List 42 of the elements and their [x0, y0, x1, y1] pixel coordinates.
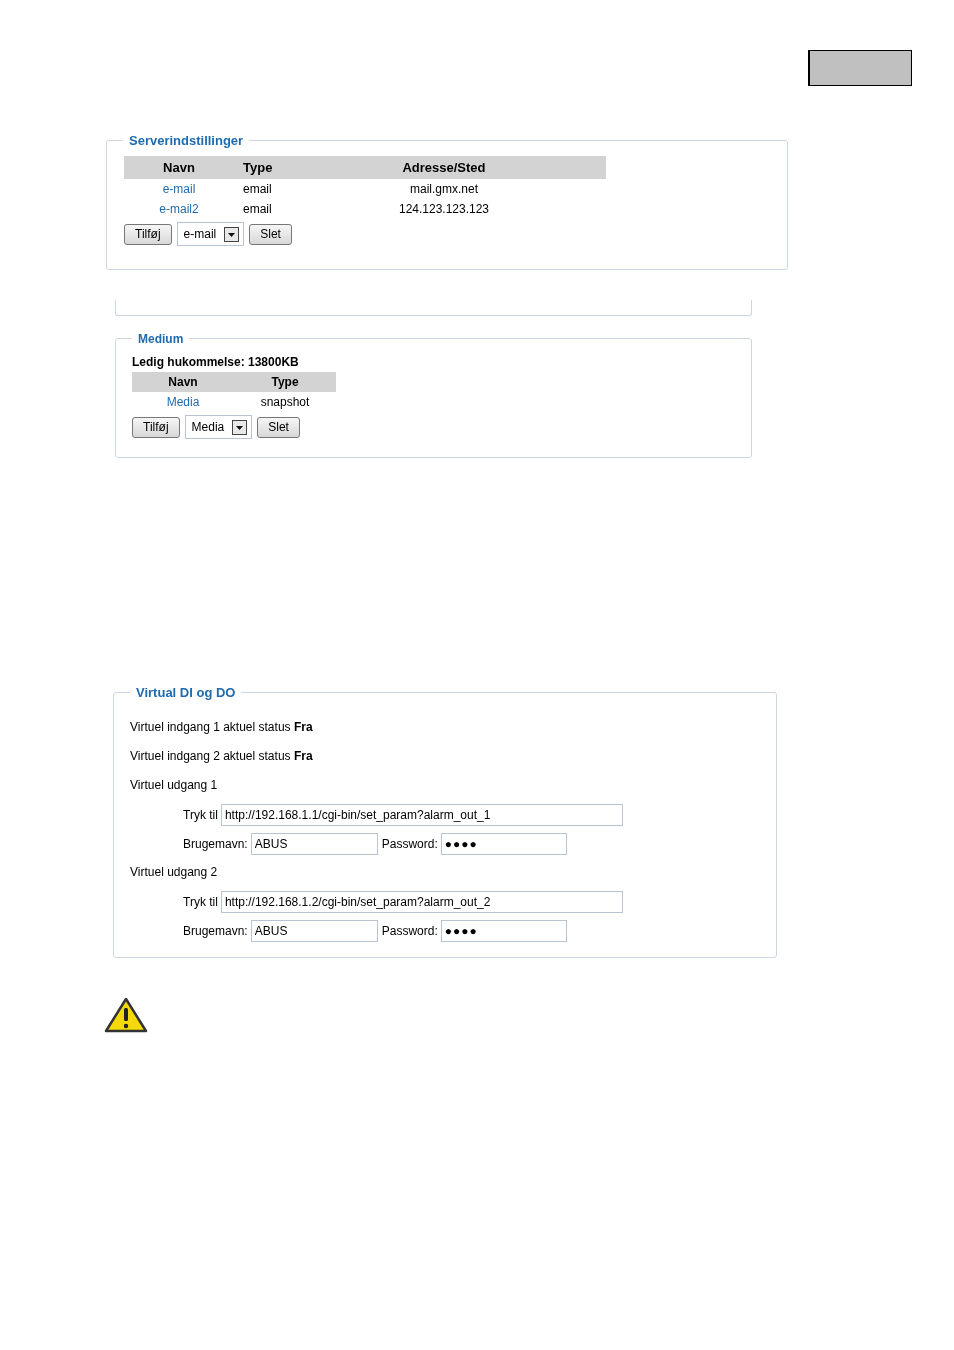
- input-status-text: Virtuel indgang 2 aktuel status Fra: [130, 748, 314, 765]
- delete-button[interactable]: Slet: [249, 223, 292, 245]
- input-status-text: Virtuel indgang 1 aktuel status Fra: [130, 719, 314, 736]
- free-memory-label: Ledig hukommelse: 13800KB: [132, 355, 300, 369]
- table-cell-text: email: [242, 182, 272, 196]
- caret-icon: [224, 226, 240, 242]
- delete-button[interactable]: Slet: [257, 416, 300, 438]
- username-field[interactable]: ABUS: [250, 832, 378, 855]
- name-link[interactable]: e-mail2: [159, 202, 199, 216]
- field-label: Password:: [381, 836, 438, 851]
- url-field[interactable]: http://192.168.1.1/cgi-bin/set_param?alarm_out_1: [220, 803, 623, 826]
- table-cell: snapshot: [260, 395, 310, 409]
- password-field[interactable]: ●●●●: [440, 919, 567, 942]
- type-dropdown[interactable]: Media: [184, 415, 253, 439]
- column-header: Navn: [163, 160, 195, 175]
- add-button[interactable]: Tilføj: [124, 223, 172, 245]
- table-cell-text: email: [242, 202, 272, 216]
- password-field[interactable]: ●●●●: [440, 832, 567, 855]
- field-label: Brugemavn:: [183, 923, 248, 938]
- warning-icon: [104, 997, 148, 1033]
- username-field[interactable]: ABUS: [250, 919, 378, 942]
- field-label: Tryk til: [183, 894, 218, 909]
- panel-title: Virtual DI og DO: [130, 686, 242, 700]
- column-header: Adresse/Sted: [402, 160, 486, 175]
- column-header: Type: [242, 160, 273, 175]
- output-label: Virtuel udgang 2: [130, 864, 219, 881]
- url-field[interactable]: http://192.168.1.2/cgi-bin/set_param?alarm_out_2: [220, 890, 623, 913]
- column-header: Navn: [168, 375, 198, 389]
- output-label: Virtuel udgang 1: [130, 777, 219, 794]
- caret-icon: [232, 419, 248, 435]
- name-link[interactable]: Media: [166, 395, 200, 409]
- column-header: Type: [271, 375, 299, 389]
- field-label: Password:: [381, 923, 438, 938]
- table-cell: 124.123.123.123: [398, 202, 490, 216]
- field-label: Brugemavn:: [183, 836, 248, 851]
- field-label: Tryk til: [183, 807, 218, 822]
- table-cell: mail.gmx.net: [410, 182, 478, 196]
- type-dropdown[interactable]: e-mail: [176, 222, 245, 246]
- name-link[interactable]: e-mail: [162, 182, 196, 196]
- panel-title: Serverindstillinger: [123, 134, 250, 148]
- panel-title: Medium: [132, 332, 190, 346]
- add-button[interactable]: Tilføj: [132, 416, 180, 438]
